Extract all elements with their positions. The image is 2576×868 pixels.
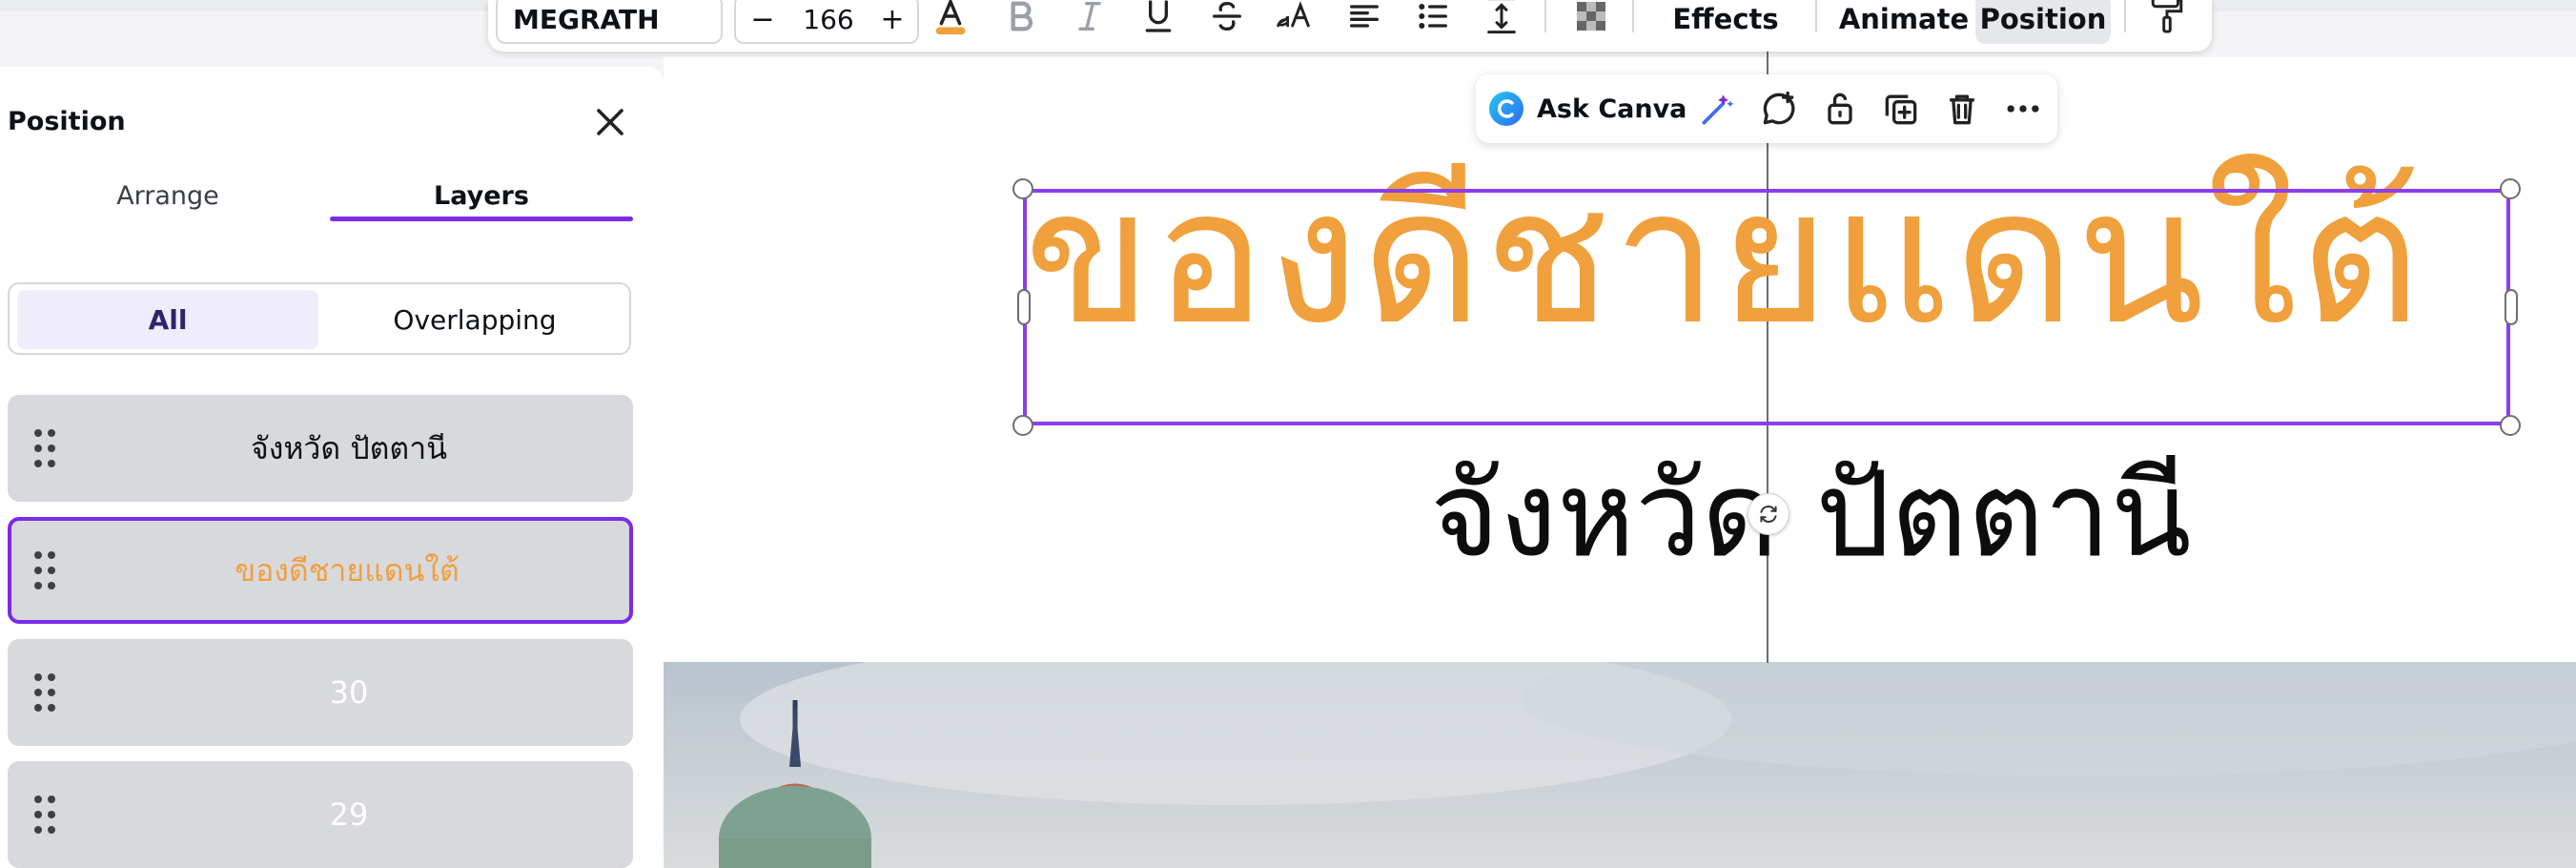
drag-handle-icon[interactable] xyxy=(34,551,55,589)
layer-label: ของดีชายแดนใต้ xyxy=(235,551,460,589)
duplicate-button[interactable] xyxy=(1880,88,1922,130)
strikethrough-icon xyxy=(1213,1,1241,31)
more-options-button[interactable] xyxy=(2002,88,2044,130)
toolbar-divider xyxy=(1632,0,1634,32)
italic-icon xyxy=(1078,2,1101,31)
spacing-button[interactable] xyxy=(1480,0,1523,38)
effects-button[interactable]: Effects xyxy=(1649,0,1802,44)
resize-handle-bottom-left[interactable] xyxy=(1012,415,1033,436)
trash-icon xyxy=(1950,94,1974,125)
copy-style-button[interactable] xyxy=(2145,0,2189,36)
tab-layers[interactable]: Layers xyxy=(330,174,633,221)
font-size-value[interactable]: 166 xyxy=(786,0,871,38)
resize-handle-top-left[interactable] xyxy=(1012,178,1033,199)
font-size-control: − 166 + xyxy=(734,0,919,44)
paint-roller-icon xyxy=(2151,0,2183,33)
drag-handle-icon[interactable] xyxy=(34,673,55,712)
canva-assistant-icon xyxy=(1489,92,1523,126)
strikethrough-button[interactable] xyxy=(1205,0,1249,38)
magic-wand-icon xyxy=(1702,94,1734,125)
bulleted-list-icon xyxy=(1419,3,1447,29)
animate-button[interactable]: Animate xyxy=(1823,0,1985,44)
bold-icon xyxy=(1011,1,1033,31)
resize-handle-bottom-right[interactable] xyxy=(2500,415,2521,436)
letter-case-icon xyxy=(1277,1,1310,28)
position-button[interactable]: Position xyxy=(1975,0,2111,44)
filter-all-button[interactable]: All xyxy=(17,290,318,349)
rotate-handle[interactable] xyxy=(1748,493,1789,535)
transparency-button[interactable] xyxy=(1569,0,1613,38)
ask-canva-button[interactable]: Ask Canva xyxy=(1487,86,1687,132)
more-dots-icon xyxy=(2007,105,2039,113)
close-icon xyxy=(597,109,624,135)
layer-label: 30 xyxy=(329,674,369,711)
text-align-button[interactable] xyxy=(1342,0,1386,38)
comment-plus-icon xyxy=(1763,91,1795,125)
magic-edit-button[interactable] xyxy=(1697,88,1739,130)
delete-button[interactable] xyxy=(1941,88,1983,130)
resize-handle-top-right[interactable] xyxy=(2500,178,2521,199)
filter-overlapping-button[interactable]: Overlapping xyxy=(324,290,625,349)
toolbar-divider xyxy=(1815,0,1817,32)
align-left-icon xyxy=(1350,5,1379,28)
background-photo[interactable] xyxy=(664,662,2576,868)
subtitle-text[interactable]: จังหวัด ปัตตานี xyxy=(1430,448,2192,582)
add-comment-button[interactable] xyxy=(1758,88,1800,130)
layer-item[interactable]: 30 xyxy=(8,639,633,746)
font-family-dropdown[interactable]: MEGRATH xyxy=(496,0,723,44)
letter-case-button[interactable] xyxy=(1274,0,1318,38)
rotate-icon xyxy=(1760,506,1777,523)
bold-button[interactable] xyxy=(999,0,1043,38)
increase-font-size-button[interactable]: + xyxy=(873,0,911,38)
resize-handle-left[interactable] xyxy=(1017,289,1031,325)
element-context-toolbar: Ask Canva xyxy=(1476,74,2057,143)
underline-button[interactable] xyxy=(1136,0,1180,38)
layer-label: จังหวัด ปัตตานี xyxy=(250,429,448,466)
text-color-button[interactable] xyxy=(929,0,972,38)
italic-button[interactable] xyxy=(1068,0,1112,38)
resize-handle-right[interactable] xyxy=(2504,289,2518,325)
toolbar-divider xyxy=(2124,0,2126,32)
spacing-icon xyxy=(1487,0,1516,34)
selection-box xyxy=(1023,189,2510,425)
drag-handle-icon[interactable] xyxy=(34,796,55,834)
duplicate-icon xyxy=(1885,94,1917,125)
underline-icon xyxy=(1145,0,1172,32)
transparency-checker-icon xyxy=(1577,2,1605,31)
layer-label: 29 xyxy=(329,796,369,833)
mosque-dome-image xyxy=(664,662,2576,868)
layer-item[interactable]: จังหวัด ปัตตานี xyxy=(8,395,633,502)
panel-title: Position xyxy=(8,107,126,136)
close-panel-button[interactable] xyxy=(587,99,633,145)
panel-tabs: Arrange Layers xyxy=(8,174,633,221)
layer-item[interactable]: 29 xyxy=(8,761,633,868)
lock-button[interactable] xyxy=(1819,88,1861,130)
position-panel: Position Arrange Layers All Overlapping … xyxy=(0,67,664,868)
text-toolbar: MEGRATH − 166 + Effects Animate Position xyxy=(488,0,2212,52)
decrease-font-size-button[interactable]: − xyxy=(744,0,782,38)
tab-arrange[interactable]: Arrange xyxy=(8,174,328,221)
list-button[interactable] xyxy=(1411,0,1455,38)
text-color-icon xyxy=(935,0,966,35)
drag-handle-icon[interactable] xyxy=(34,429,55,467)
layer-filter-toggle: All Overlapping xyxy=(8,282,631,355)
ask-canva-label: Ask Canva xyxy=(1537,93,1687,124)
toolbar-divider xyxy=(1544,0,1546,32)
lock-icon xyxy=(1828,93,1852,125)
layer-item-selected[interactable]: ของดีชายแดนใต้ xyxy=(8,517,633,624)
